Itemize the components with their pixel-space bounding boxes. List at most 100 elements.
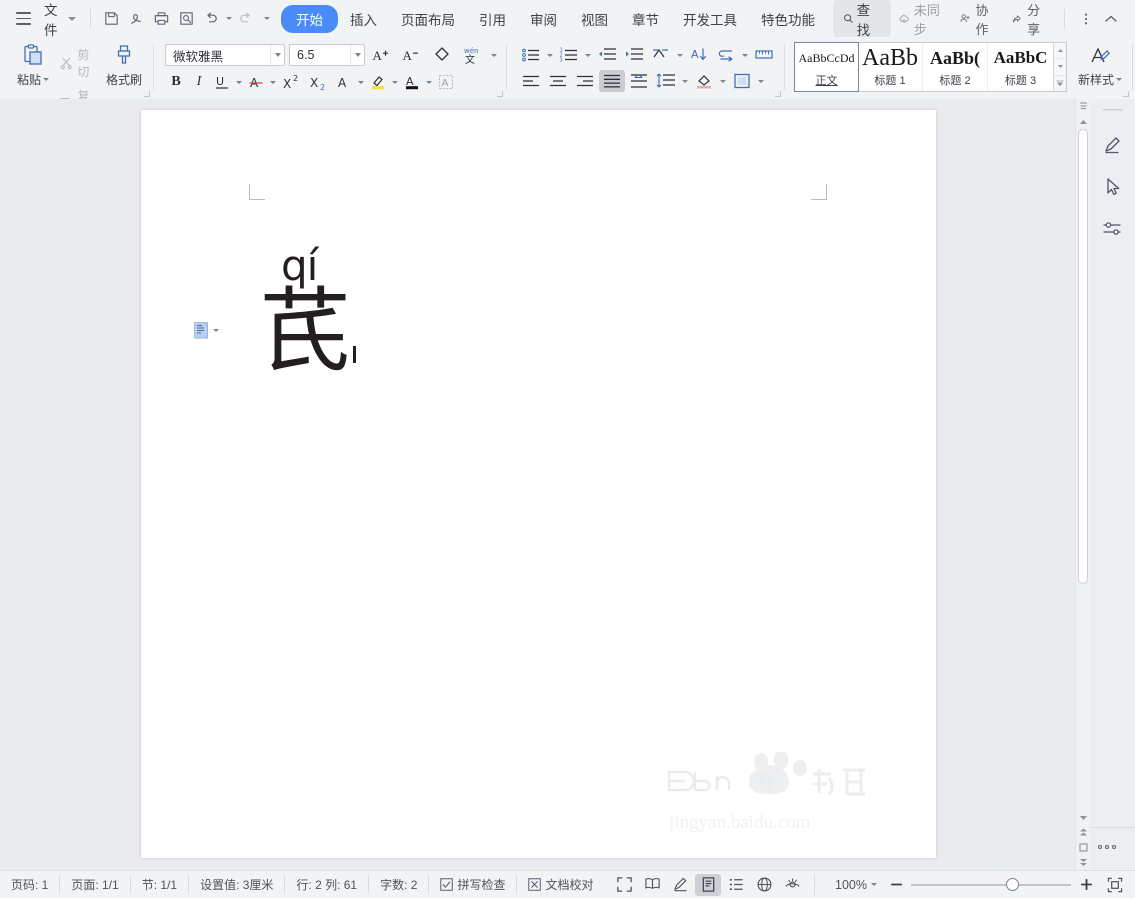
numbered-list-dropdown-icon[interactable] (583, 44, 593, 66)
strikethrough-dropdown-icon[interactable] (268, 71, 278, 93)
multilevel-list-button[interactable] (648, 44, 674, 66)
line-spacing-button[interactable] (653, 70, 679, 92)
pinyin-guide-button[interactable]: wén 文 (459, 44, 485, 66)
font-size-combo[interactable]: 6.5 (289, 44, 366, 66)
share-button[interactable]: 分享 (1004, 0, 1054, 42)
fullscreen-icon[interactable] (611, 874, 637, 896)
status-section[interactable]: 节: 1/1 (131, 876, 190, 893)
scroll-up-button[interactable] (1076, 114, 1090, 129)
sort-button[interactable]: A (686, 44, 712, 66)
reading-layout-icon[interactable] (639, 874, 665, 896)
show-marks-dropdown-icon[interactable] (740, 44, 750, 66)
outline-view-icon[interactable] (723, 874, 749, 896)
highlight-dropdown-icon[interactable] (390, 71, 400, 93)
multilevel-list-dropdown-icon[interactable] (675, 44, 685, 66)
bold-button[interactable]: B (165, 71, 187, 93)
style-item-heading-1[interactable]: AaBb 标题 1 (858, 43, 924, 91)
chevron-down-icon[interactable] (350, 45, 364, 65)
ruler-button[interactable] (751, 44, 777, 66)
status-setting-value[interactable]: 设置值: 3厘米 (189, 876, 286, 893)
decrease-indent-button[interactable] (594, 44, 620, 66)
save-icon[interactable] (99, 6, 124, 32)
style-item-body-text[interactable]: AaBbCcDd 正文 (794, 42, 860, 92)
zoom-level-button[interactable]: 100% (821, 878, 885, 892)
increase-indent-button[interactable] (621, 44, 647, 66)
align-center-button[interactable] (545, 70, 571, 92)
paste-button[interactable]: 粘贴 (10, 40, 56, 88)
new-style-button[interactable]: 新样式 (1075, 40, 1125, 88)
character-shading-button[interactable]: A (435, 71, 457, 93)
font-color-button[interactable]: A (401, 71, 423, 93)
writing-layout-icon[interactable] (667, 874, 693, 896)
strikethrough-button[interactable]: A (245, 71, 267, 93)
align-justify-button[interactable] (599, 70, 626, 92)
scroll-select-browse-object-icon[interactable] (1076, 99, 1090, 114)
vertical-scrollbar[interactable] (1075, 99, 1090, 870)
print-layout-icon[interactable] (695, 873, 722, 896)
tab-page-layout[interactable]: 页面布局 (389, 5, 467, 33)
paste-options-dropdown-icon[interactable] (213, 329, 219, 332)
collapse-ribbon-icon[interactable] (1100, 6, 1123, 32)
cut-button[interactable]: 剪切 (56, 44, 102, 82)
undo-icon[interactable] (199, 6, 224, 32)
select-cursor-icon[interactable] (1100, 175, 1126, 199)
tab-developer-tools[interactable]: 开发工具 (671, 5, 749, 33)
tab-references[interactable]: 引用 (467, 5, 518, 33)
italic-button[interactable]: I (188, 71, 210, 93)
grow-font-button[interactable]: A (369, 44, 395, 66)
clipboard-dialog-launcher[interactable] (144, 91, 151, 97)
collaborate-button[interactable]: 协作 (952, 0, 1002, 42)
next-page-button[interactable] (1076, 855, 1090, 870)
tab-review[interactable]: 审阅 (518, 5, 569, 33)
format-painter-button[interactable]: 格式刷 (102, 40, 146, 88)
zoom-slider-track[interactable] (911, 878, 1071, 891)
status-page-number[interactable]: 页码: 1 (0, 876, 61, 893)
paste-options-smart-tag[interactable] (194, 322, 219, 339)
style-gallery-more-icon[interactable] (1054, 74, 1067, 91)
underline-dropdown-icon[interactable] (234, 71, 244, 93)
scrollbar-track[interactable] (1076, 129, 1090, 810)
eye-protection-icon[interactable] (779, 874, 805, 896)
ruby-text-block[interactable]: qí 芪 (259, 245, 357, 379)
font-family-combo[interactable]: 微软雅黑 (165, 44, 286, 66)
underline-button[interactable]: U (211, 71, 233, 93)
print-preview-icon[interactable] (174, 6, 199, 32)
shading-dropdown-icon[interactable] (718, 70, 728, 92)
status-line-column[interactable]: 行: 2 列: 61 (285, 876, 370, 893)
fit-page-icon[interactable] (1103, 874, 1127, 896)
tab-section[interactable]: 章节 (620, 5, 671, 33)
zoom-in-button[interactable] (1075, 878, 1097, 891)
pinyin-guide-dropdown-icon[interactable] (489, 44, 499, 66)
zoom-out-button[interactable] (885, 878, 907, 891)
main-menu-icon[interactable] (16, 12, 31, 25)
more-options-icon[interactable] (1089, 836, 1125, 858)
status-page-count[interactable]: 页面: 1/1 (60, 876, 131, 893)
customize-quick-access-icon[interactable] (258, 6, 275, 32)
status-document-proofread[interactable]: 文档校对 (517, 876, 604, 893)
chevron-down-icon[interactable] (270, 45, 284, 65)
shading-button[interactable] (691, 70, 717, 92)
highlight-button[interactable] (367, 71, 389, 93)
paragraph-dialog-launcher[interactable] (775, 91, 782, 97)
style-scroll-up-icon[interactable] (1054, 43, 1066, 58)
shrink-font-button[interactable]: A (399, 44, 425, 66)
character-border-dropdown-icon[interactable] (356, 71, 366, 93)
style-item-heading-2[interactable]: AaBb( 标题 2 (923, 43, 989, 91)
select-browse-object-button[interactable] (1076, 840, 1090, 855)
distribute-button[interactable] (626, 70, 652, 92)
align-right-button[interactable] (572, 70, 598, 92)
tab-special-features[interactable]: 特色功能 (749, 5, 827, 33)
status-word-count[interactable]: 字数: 2 (369, 876, 430, 893)
tab-insert[interactable]: 插入 (338, 5, 389, 33)
font-dialog-launcher[interactable] (497, 91, 504, 97)
styles-dialog-launcher[interactable] (1123, 91, 1130, 97)
font-color-dropdown-icon[interactable] (424, 71, 434, 93)
style-scroll-down-icon[interactable] (1054, 58, 1067, 74)
borders-dropdown-icon[interactable] (756, 70, 766, 92)
zoom-slider[interactable] (885, 878, 1097, 891)
document-page[interactable]: qí 芪 jingyan.baidu.com (141, 110, 936, 858)
status-spell-check[interactable]: 拼写检查 (429, 876, 518, 893)
scroll-down-button[interactable] (1076, 810, 1090, 825)
undo-dropdown-icon[interactable] (224, 6, 234, 32)
clear-formatting-button[interactable] (429, 44, 455, 66)
